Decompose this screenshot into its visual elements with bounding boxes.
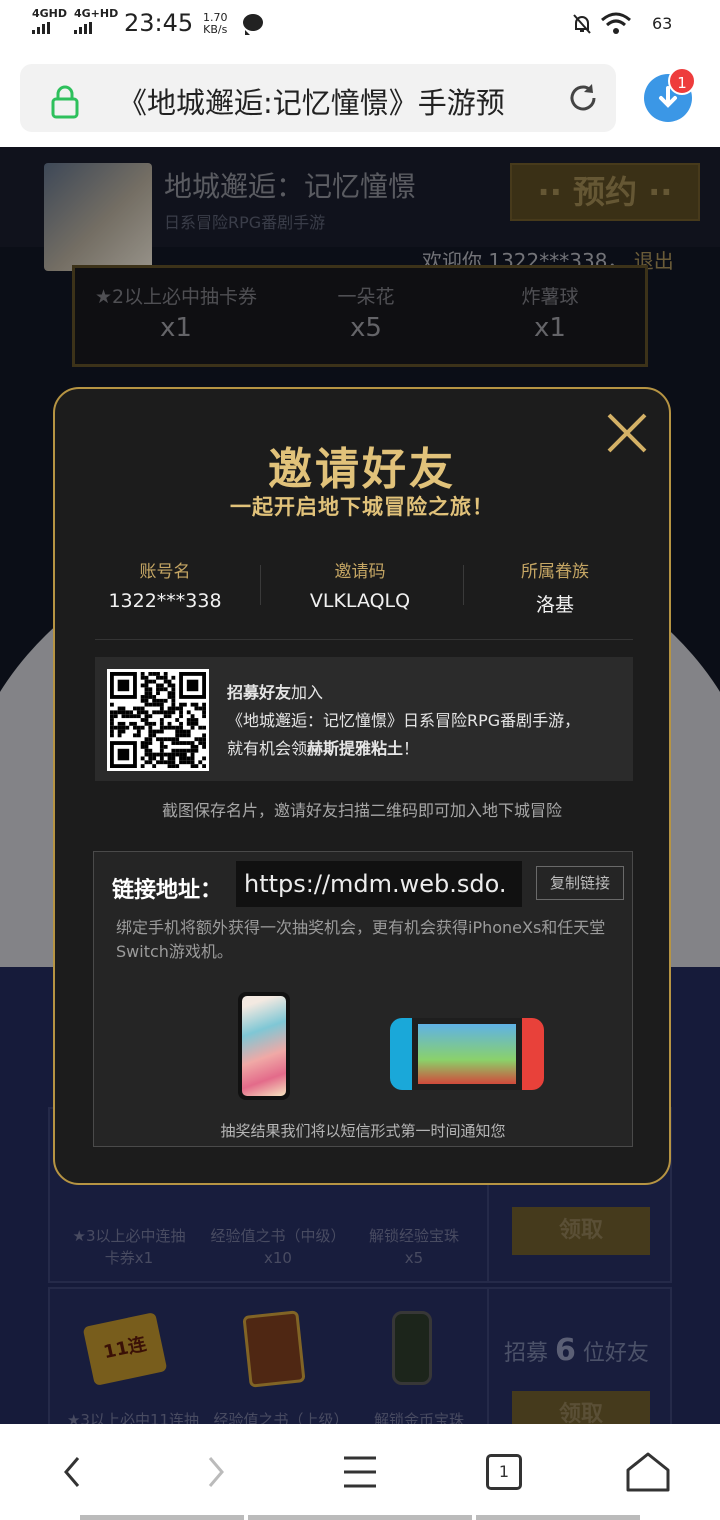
bind-phone-text: 绑定手机将额外获得一次抽奖机会，更有机会获得iPhoneXs和任天堂Switch… (116, 918, 606, 961)
qr-text-bold: 招募好友 (227, 683, 292, 702)
qr-text: ！ (403, 739, 420, 758)
net-speed-unit: KB/s (203, 23, 228, 36)
account-info: 账号名 1322***338 (65, 557, 265, 612)
menu-icon[interactable] (332, 1446, 388, 1498)
switch-body (412, 1018, 522, 1090)
link-field[interactable]: https://mdm.web.sdo. (236, 861, 522, 907)
address-bar[interactable]: 《地城邂逅:记忆憧憬》手游预 (20, 64, 616, 132)
gesture-bar (476, 1515, 640, 1520)
divider (95, 639, 633, 640)
mute-bell-icon (573, 14, 591, 34)
qr-text: 就有机会领 (227, 739, 308, 758)
invite-modal: 邀请好友 一起开启地下城冒险之旅！ 账号名 1322***338 邀请码 VLK… (53, 387, 671, 1185)
battery-level: 63 (652, 14, 673, 33)
link-section: 链接地址： https://mdm.web.sdo. 复制链接 绑定手机将额外获… (93, 851, 633, 1147)
signal-icon (74, 22, 118, 34)
qr-code[interactable] (107, 669, 209, 771)
qr-description: 招募好友加入 《地城邂逅：记忆憧憬》日系冒险RPG番剧手游， 就有机会领赫斯提雅… (227, 679, 580, 763)
account-value: 1322***338 (108, 590, 222, 612)
account-label: 账号名 (139, 562, 191, 582)
wifi-icon (601, 12, 631, 34)
qr-text: 《地城邂逅：记忆憧憬》日系冒险RPG番剧手游， (227, 711, 581, 730)
gesture-bar (248, 1515, 472, 1520)
qr-code-image (110, 672, 206, 768)
family-value: 洛基 (535, 594, 574, 616)
iphone-image (238, 992, 290, 1100)
notify-text: 抽奖结果我们将以短信形式第一时间通知您 (220, 1122, 506, 1140)
back-icon[interactable] (44, 1446, 100, 1498)
sim2-label: 4G+HD (74, 7, 119, 20)
browser-bottom-nav: 1 (0, 1424, 720, 1520)
save-tip: 截图保存名片，邀请好友扫描二维码即可加入地下城冒险 (161, 801, 562, 820)
family-label: 所属眷族 (521, 562, 589, 582)
joycon-right (522, 1018, 544, 1090)
forward-icon[interactable] (188, 1446, 244, 1498)
phone-screen (242, 996, 286, 1096)
switch-console-image (390, 1018, 544, 1090)
gesture-bar (80, 1515, 244, 1520)
switch-screen (418, 1024, 516, 1084)
copy-link-button[interactable]: 复制链接 (536, 866, 624, 900)
chat-notification-icon (243, 14, 263, 35)
signal-icon (32, 22, 67, 34)
joycon-left (390, 1018, 412, 1090)
browser-toolbar: 《地城邂逅:记忆憧憬》手游预 1 (0, 50, 720, 147)
invite-code-info: 邀请码 VLKLAQLQ (260, 557, 460, 612)
lock-icon (51, 85, 79, 119)
reload-icon[interactable] (566, 81, 600, 115)
modal-subtitle: 一起开启地下城冒险之旅！ (230, 495, 494, 519)
page-title[interactable]: 《地城邂逅:记忆憧憬》手游预 (118, 80, 550, 122)
sim2-signal: 4G+HD (74, 8, 118, 34)
tabs-button[interactable]: 1 (476, 1446, 532, 1498)
tabs-count: 1 (486, 1454, 522, 1490)
home-icon[interactable] (620, 1446, 676, 1498)
qr-text-bold: 赫斯提雅粘土 (307, 739, 404, 758)
web-page: 地城邂逅：记忆憧憬 日系冒险RPG番剧手游 ·· 预约 ·· 欢迎你 1322*… (0, 147, 720, 1424)
qr-text: 加入 (291, 683, 324, 702)
sim1-label: 4GHD (32, 7, 68, 20)
family-info: 所属眷族 洛基 (455, 557, 655, 617)
modal-title: 邀请好友 (268, 444, 456, 495)
clock: 23:45 (124, 9, 194, 37)
qr-card: 招募好友加入 《地城邂逅：记忆憧憬》日系冒险RPG番剧手游， 就有机会领赫斯提雅… (95, 657, 633, 781)
link-label: 链接地址： (112, 878, 223, 903)
download-badge: 1 (668, 67, 696, 95)
net-speed: 1.70 KB/s (203, 12, 228, 36)
invite-code-value: VLKLAQLQ (309, 590, 411, 612)
invite-code-label: 邀请码 (334, 562, 386, 582)
status-bar: 4GHD 4G+HD 23:45 1.70 KB/s 63 (0, 0, 720, 50)
sim1-signal: 4GHD (32, 8, 67, 34)
